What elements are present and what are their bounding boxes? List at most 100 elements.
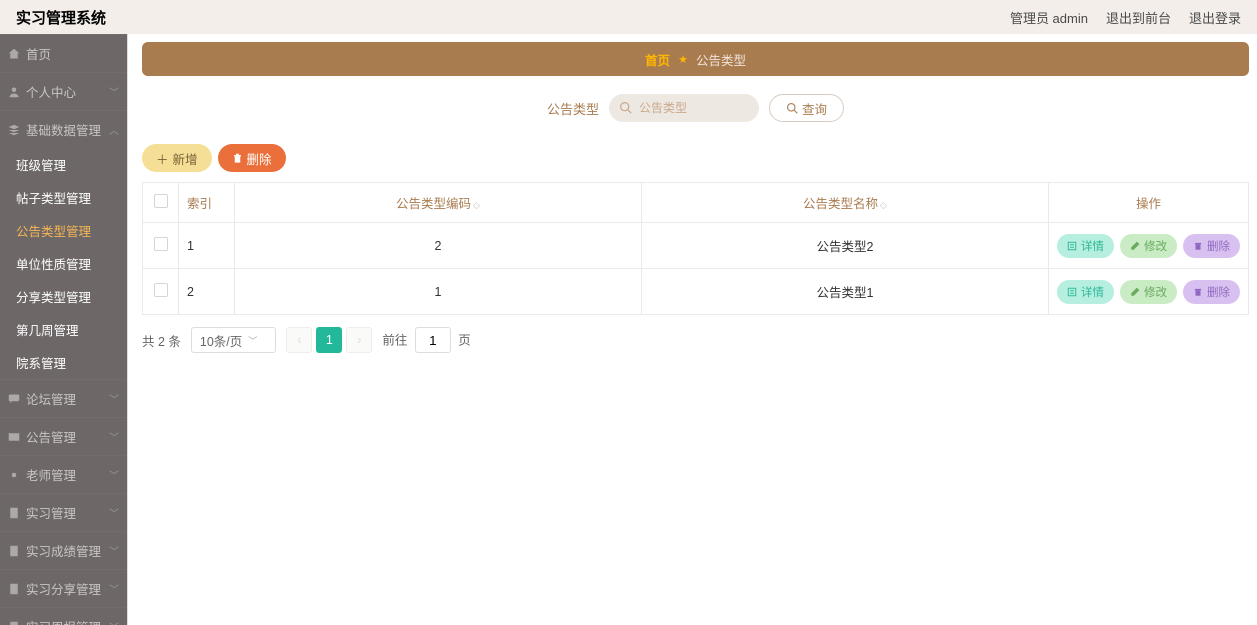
sidebar-item-teacher[interactable]: 老师管理 ﹀ (0, 455, 127, 493)
star-icon: ★ (678, 53, 688, 66)
sidebar-label: 公告管理 (26, 427, 76, 446)
chevron-left-icon: ‹ (297, 333, 301, 347)
breadcrumb: 首页 ★ 公告类型 (142, 42, 1249, 76)
sidebar-sub-dept[interactable]: 院系管理 (0, 346, 127, 379)
user-icon (8, 86, 20, 98)
breadcrumb-current: 公告类型 (696, 50, 746, 69)
sidebar-item-personal[interactable]: 个人中心 ﹀ (0, 72, 127, 110)
sidebar-item-intern-weekly[interactable]: 实习周报管理 ﹀ (0, 607, 127, 625)
sidebar-sub-noticetype[interactable]: 公告类型管理 (0, 214, 127, 247)
col-name-label: 公告类型名称 (803, 197, 878, 211)
sidebar-sub-sharetype[interactable]: 分享类型管理 (0, 280, 127, 313)
total-label: 共 2 条 (142, 331, 181, 350)
jump-input[interactable] (415, 327, 451, 353)
detail-button[interactable]: 详情 (1057, 234, 1114, 258)
query-button[interactable]: 查询 (769, 94, 844, 122)
edit-icon (1130, 241, 1140, 251)
sidebar-label: 论坛管理 (26, 389, 76, 408)
home-icon (8, 48, 20, 60)
delete-label: 删除 (247, 149, 272, 168)
top-header: 实习管理系统 管理员 admin 退出到前台 退出登录 (0, 0, 1257, 34)
sidebar-item-intern-score[interactable]: 实习成绩管理 ﹀ (0, 531, 127, 569)
table-header-row: 索引 公告类型编码◇ 公告类型名称◇ 操作 (143, 183, 1249, 223)
select-all-checkbox[interactable] (154, 194, 168, 208)
doc-icon (8, 621, 20, 625)
chat-icon (8, 393, 20, 405)
sidebar-item-notice[interactable]: 公告管理 ﹀ (0, 417, 127, 455)
main-content: 首页 ★ 公告类型 公告类型 查询 ＋ 新增 删除 (128, 34, 1257, 625)
sidebar-item-intern-share[interactable]: 实习分享管理 ﹀ (0, 569, 127, 607)
prev-page-button[interactable]: ‹ (286, 327, 312, 353)
row-delete-button[interactable]: 删除 (1183, 280, 1240, 304)
pagination: 共 2 条 10条/页 ﹀ ‹ 1 › 前往 页 (142, 327, 1249, 353)
sidebar-item-forum[interactable]: 论坛管理 ﹀ (0, 379, 127, 417)
chevron-up-icon: ︿ (109, 122, 119, 137)
col-code[interactable]: 公告类型编码◇ (235, 183, 642, 223)
doc-icon (8, 545, 20, 557)
sort-icon: ◇ (880, 200, 887, 210)
sidebar-sub-class[interactable]: 班级管理 (0, 148, 127, 181)
chevron-down-icon: ﹀ (109, 429, 119, 444)
row-checkbox[interactable] (154, 283, 168, 297)
search-icon (786, 102, 798, 114)
cell-index: 2 (179, 269, 235, 315)
chevron-down-icon: ﹀ (248, 334, 257, 347)
chevron-down-icon: ﹀ (109, 505, 119, 520)
sidebar-sub-week[interactable]: 第几周管理 (0, 313, 127, 346)
delete-button[interactable]: 删除 (218, 144, 286, 172)
detail-icon (1067, 241, 1077, 251)
page-jump: 前往 页 (382, 327, 471, 353)
search-label: 公告类型 (547, 99, 599, 118)
next-page-button[interactable]: › (346, 327, 372, 353)
detail-icon (1067, 287, 1077, 297)
jump-prefix: 前往 (382, 334, 407, 348)
sidebar-item-intern[interactable]: 实习管理 ﹀ (0, 493, 127, 531)
sidebar-label: 实习分享管理 (26, 579, 101, 598)
admin-label[interactable]: 管理员 admin (1010, 8, 1088, 27)
col-index: 索引 (179, 183, 235, 223)
gear-icon (8, 469, 20, 481)
chevron-down-icon: ﹀ (109, 467, 119, 482)
sidebar-sub-posttype[interactable]: 帖子类型管理 (0, 181, 127, 214)
per-page-value: 10条/页 (200, 331, 242, 350)
edit-button[interactable]: 修改 (1120, 280, 1177, 304)
logout-link[interactable]: 退出登录 (1189, 8, 1241, 27)
sidebar: 首页 个人中心 ﹀ 基础数据管理 ︿ 班级管理 帖子类型管理 公告类型管理 单位… (0, 34, 128, 625)
mail-icon (8, 431, 20, 443)
sidebar-label: 老师管理 (26, 465, 76, 484)
page-button-1[interactable]: 1 (316, 327, 342, 353)
breadcrumb-home[interactable]: 首页 (645, 50, 670, 69)
chevron-down-icon: ﹀ (109, 543, 119, 558)
chevron-down-icon: ﹀ (109, 391, 119, 406)
cell-index: 1 (179, 223, 235, 269)
jump-suffix: 页 (458, 334, 471, 348)
edit-button[interactable]: 修改 (1120, 234, 1177, 258)
chevron-down-icon: ﹀ (109, 619, 119, 625)
sidebar-item-basedata[interactable]: 基础数据管理 ︿ (0, 110, 127, 148)
table-row: 1 2 公告类型2 详情 修改 删除 (143, 223, 1249, 269)
sidebar-sub-unittype[interactable]: 单位性质管理 (0, 247, 127, 280)
op-group: 详情 修改 删除 (1057, 280, 1240, 304)
per-page-select[interactable]: 10条/页 ﹀ (191, 327, 276, 353)
search-row: 公告类型 查询 (142, 94, 1249, 122)
row-checkbox[interactable] (154, 237, 168, 251)
row-delete-button[interactable]: 删除 (1183, 234, 1240, 258)
col-name[interactable]: 公告类型名称◇ (642, 183, 1049, 223)
detail-button[interactable]: 详情 (1057, 280, 1114, 304)
sidebar-label: 实习管理 (26, 503, 76, 522)
data-table: 索引 公告类型编码◇ 公告类型名称◇ 操作 1 2 公告类型2 详情 修改 (142, 182, 1249, 315)
to-front-link[interactable]: 退出到前台 (1106, 8, 1171, 27)
add-button[interactable]: ＋ 新增 (142, 144, 212, 172)
col-code-label: 公告类型编码 (396, 197, 471, 211)
sort-icon: ◇ (473, 200, 480, 210)
trash-icon (1193, 287, 1203, 297)
cell-name: 公告类型2 (642, 223, 1049, 269)
doc-icon (8, 583, 20, 595)
sidebar-label: 首页 (26, 44, 51, 63)
table-row: 2 1 公告类型1 详情 修改 删除 (143, 269, 1249, 315)
chevron-right-icon: › (357, 333, 361, 347)
edit-icon (1130, 287, 1140, 297)
col-op: 操作 (1049, 183, 1249, 223)
sidebar-item-home[interactable]: 首页 (0, 34, 127, 72)
op-group: 详情 修改 删除 (1057, 234, 1240, 258)
